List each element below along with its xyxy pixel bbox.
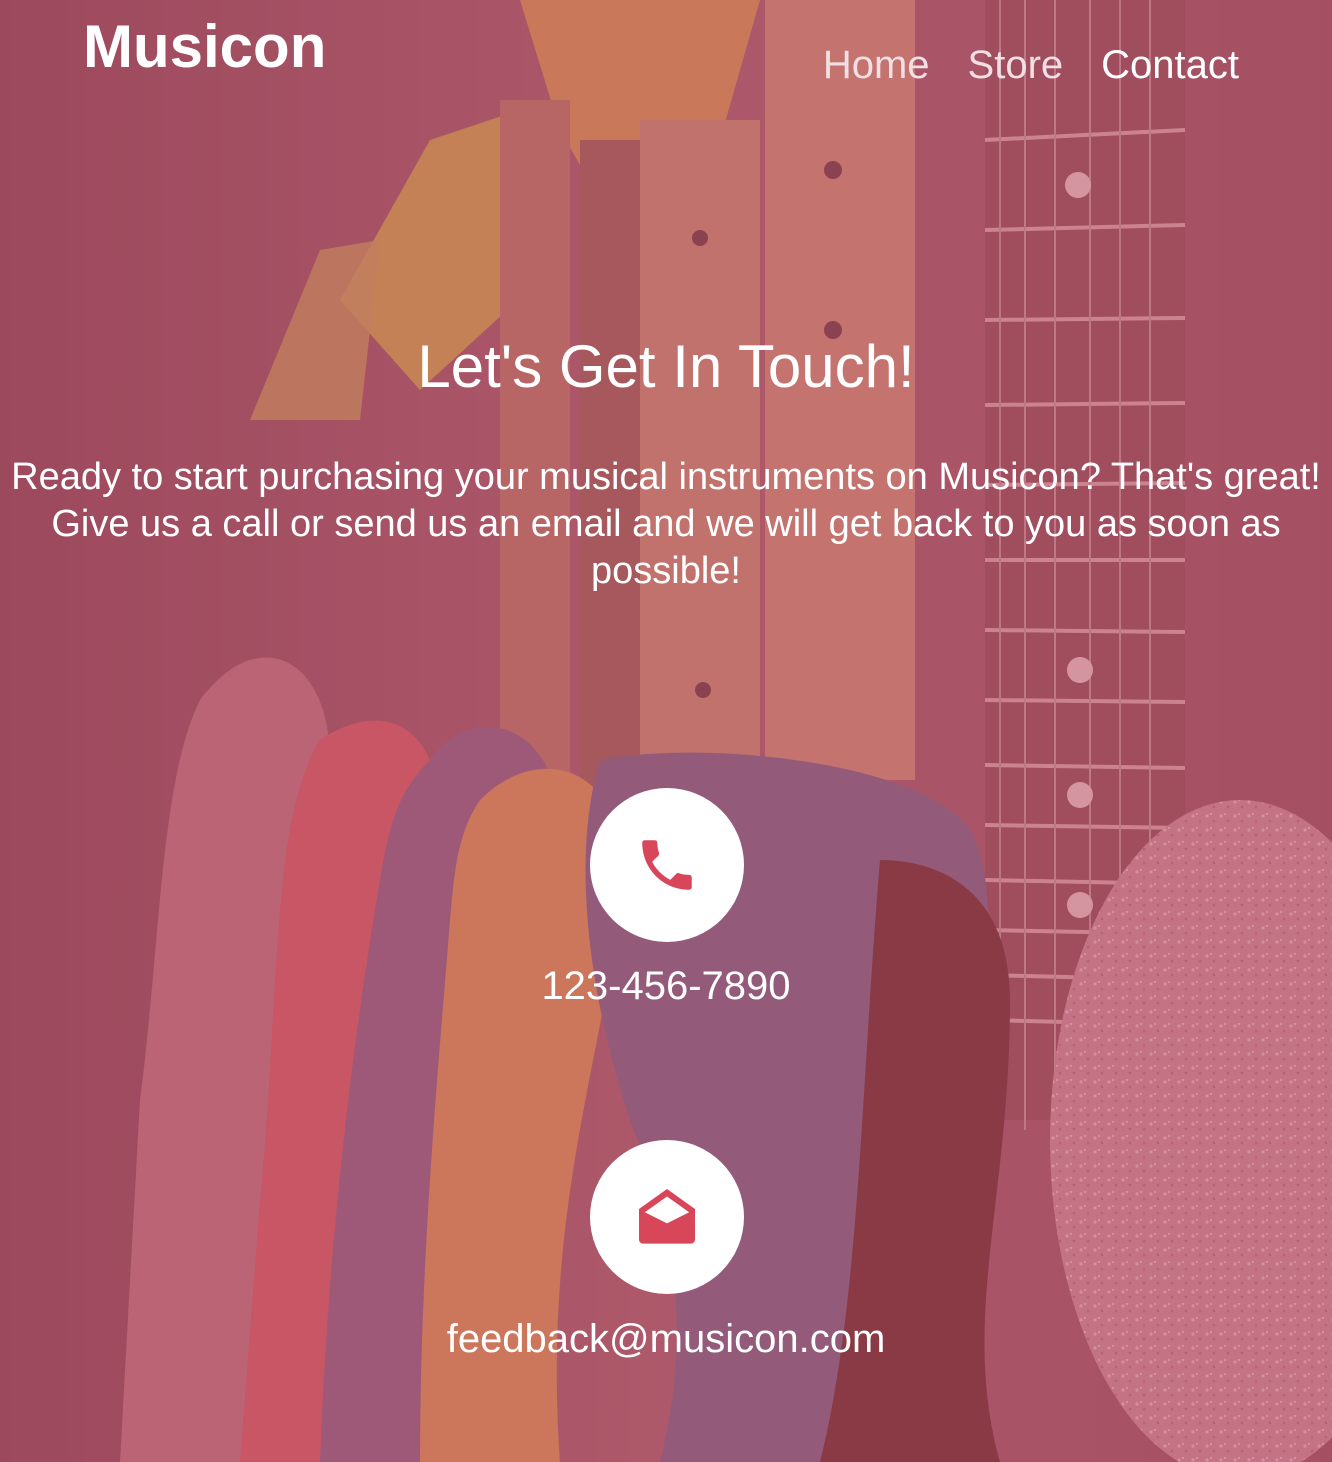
nav-contact-link[interactable]: Contact xyxy=(1101,42,1239,88)
page-title: Let's Get In Touch! xyxy=(417,333,915,400)
envelope-open-icon xyxy=(639,1189,695,1244)
phone-icon xyxy=(642,840,692,890)
phone-button[interactable] xyxy=(590,788,744,942)
main-nav: Home Store Contact xyxy=(823,42,1239,88)
phone-number[interactable]: 123-456-7890 xyxy=(0,963,1332,1009)
brand-logo[interactable]: Musicon xyxy=(83,12,326,82)
nav-store-link[interactable]: Store xyxy=(968,42,1064,88)
nav-home-link[interactable]: Home xyxy=(823,42,930,88)
email-button[interactable] xyxy=(590,1140,744,1294)
intro-paragraph: Ready to start purchasing your musical i… xyxy=(11,456,1321,592)
email-address[interactable]: feedback@musicon.com xyxy=(0,1316,1332,1362)
